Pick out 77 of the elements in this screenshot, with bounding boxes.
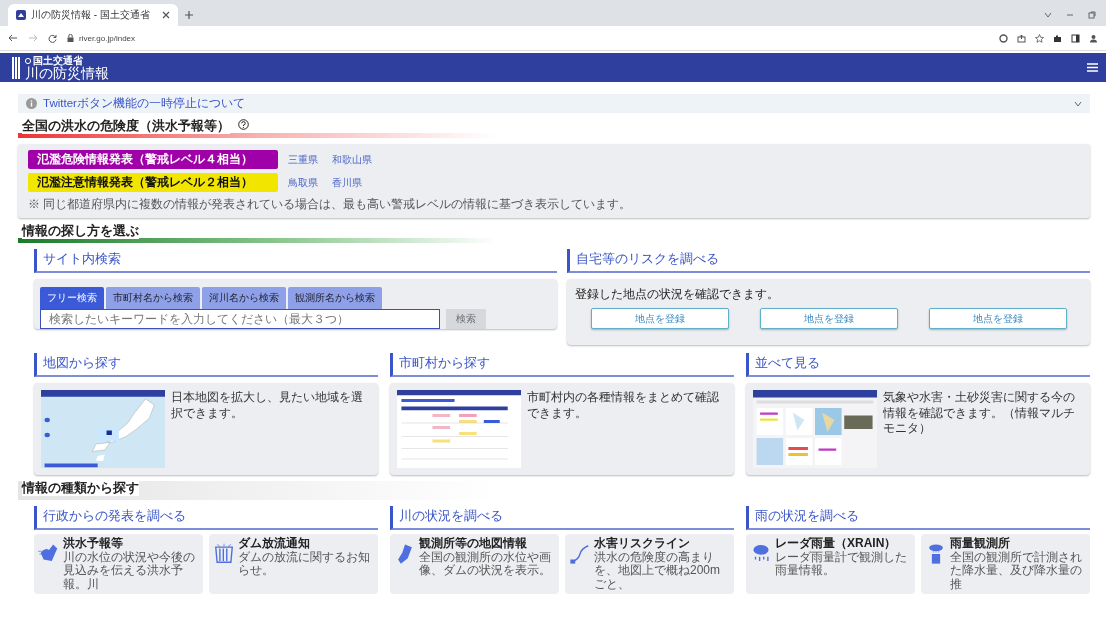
info-card[interactable]: 雨量観測所 全国の観測所で計測された降水量、及び降水量の推	[921, 534, 1090, 595]
search-field[interactable]: 検索したいキーワードを入力してください（最大３つ）	[40, 309, 440, 329]
register-location-button[interactable]: 地点を登録	[928, 308, 1067, 329]
dam-icon	[213, 543, 235, 565]
footnote: ※ 同じ都道府県内に複数の情報が発表されている場合は、最も高い警戒レベルの情報に基づき表示しています。	[28, 196, 633, 213]
search-tab[interactable]: フリー検索	[40, 287, 104, 309]
subsection-heading: 自宅等のリスクを調べる	[567, 249, 1090, 273]
notice-bar[interactable]: Twitterボタン機能の一時停止について	[18, 94, 1090, 113]
lock-icon	[67, 34, 74, 42]
chevron-down-icon[interactable]	[1044, 11, 1052, 19]
subsection-heading[interactable]: 並べて見る	[746, 353, 1090, 377]
restore-icon[interactable]	[1088, 11, 1096, 19]
info-card[interactable]: レーダ雨量（XRAIN） レーダ雨量計で観測した雨量情報。	[746, 534, 915, 595]
subsection-heading: 雨の状況を調べる	[746, 506, 1090, 530]
info-icon	[26, 98, 37, 109]
feature-card[interactable]: 日本地図を拡大し、見たい地域を選択できます。	[34, 383, 378, 475]
card-title: ダム放流通知	[238, 537, 311, 551]
site-title[interactable]: 川の防災情報	[25, 65, 109, 80]
address-bar[interactable]: river.go.jp/index	[67, 33, 136, 43]
register-location-button[interactable]: 地点を登録	[590, 308, 729, 329]
reload-icon[interactable]	[48, 33, 57, 43]
info-card[interactable]: 観測所等の地図情報 全国の観測所の水位や画像、ダムの状況を表示。	[390, 534, 559, 595]
card-description: 全国の観測所で計測された降水量、及び降水量の推	[950, 550, 1083, 592]
share-icon[interactable]	[1017, 33, 1026, 43]
info-card[interactable]: 洪水予報等 川の水位の状況や今後の見込みを伝える洪水予報。川	[34, 534, 203, 595]
logo-bars-icon	[12, 56, 20, 79]
card-description: ダムの放流に関するお知らせ。	[238, 550, 371, 578]
card-description: 市町村内の各種情報をまとめて確認できます。	[527, 390, 720, 421]
description-text: 登録した地点の状況を確認できます。	[575, 287, 780, 302]
new-tab-icon[interactable]	[184, 10, 194, 20]
subsection-heading: 川の状況を調べる	[390, 506, 734, 530]
river-line-icon	[569, 543, 591, 565]
card-description: 気象や水害・土砂災害に関する今の情報を確認できます。（情報マルチモニタ）	[883, 390, 1076, 437]
info-card[interactable]: 水害リスクライン 洪水の危険度の高まりを、地図上で概ね200mごと、	[565, 534, 734, 595]
prefecture-link[interactable]: 和歌山県	[332, 152, 372, 167]
site-favicon-icon	[16, 10, 26, 20]
card-description: 川の水位の状況や今後の見込みを伝える洪水予報。川	[63, 550, 196, 592]
section-heading: 情報の種類から探す	[22, 481, 139, 496]
info-card[interactable]: ダム放流通知 ダムの放流に関するお知らせ。	[209, 534, 378, 595]
card-description: 洪水の危険度の高まりを、地図上で概ね200mごと、	[594, 550, 722, 592]
card-title: レーダ雨量（XRAIN）	[775, 537, 898, 550]
feature-card[interactable]: 気象や水害・土砂災害に関する今の情報を確認できます。（情報マルチモニタ）	[746, 383, 1090, 475]
notice-link[interactable]: Twitterボタン機能の一時停止について	[43, 96, 245, 111]
card-description: 全国の観測所の水位や画像、ダムの状況を表示。	[419, 550, 552, 578]
help-icon[interactable]	[238, 119, 249, 130]
feature-card[interactable]: 市町村内の各種情報をまとめて確認できます。	[390, 383, 734, 475]
back-icon[interactable]	[8, 34, 18, 42]
section-heading: 全国の洪水の危険度（洪水予報等）	[22, 119, 230, 134]
subsection-heading: サイト内検索	[34, 249, 557, 273]
subsection-heading[interactable]: 市町村から探す	[390, 353, 734, 377]
profile-icon[interactable]	[1089, 33, 1098, 43]
card-description: レーダ雨量計で観測した雨量情報。	[775, 550, 908, 578]
close-icon[interactable]	[162, 11, 170, 19]
emblem-icon	[25, 57, 31, 64]
warning-level-badge[interactable]: 氾濫注意情報発表（警戒レベル２相当）	[28, 173, 278, 192]
card-title: 雨量観測所	[950, 537, 1011, 551]
search-tab[interactable]: 河川名から検索	[202, 287, 286, 309]
subsection-heading[interactable]: 地図から探す	[34, 353, 378, 377]
card-title: 水害リスクライン	[594, 537, 691, 551]
warning-level-badge[interactable]: 氾濫危険情報発表（警戒レベル４相当）	[28, 150, 278, 169]
side-panel-icon[interactable]	[1071, 33, 1080, 43]
prefecture-link[interactable]: 鳥取県	[288, 175, 318, 190]
card-title: 観測所等の地図情報	[419, 537, 528, 551]
card-description: 日本地図を拡大し、見たい地域を選択できます。	[171, 390, 364, 421]
ministry-name: 国土交通省	[33, 55, 83, 66]
search-tab[interactable]: 市町村名から検索	[106, 287, 200, 309]
browser-tab[interactable]: 川の防災情報 - 国土交通省	[8, 4, 178, 26]
star-icon[interactable]	[1035, 33, 1044, 43]
register-location-button[interactable]: 地点を登録	[759, 308, 898, 329]
prefecture-link[interactable]: 三重県	[288, 152, 318, 167]
chevron-down-icon[interactable]	[1074, 100, 1082, 107]
prefecture-link[interactable]: 香川県	[332, 175, 362, 190]
section-heading: 情報の探し方を選ぶ	[22, 224, 139, 239]
subsection-heading: 行政からの発表を調べる	[34, 506, 378, 530]
menu-icon[interactable]	[1087, 63, 1098, 72]
card-title: 洪水予報等	[63, 537, 124, 551]
search-tab[interactable]: 観測所名から検索	[288, 287, 382, 309]
